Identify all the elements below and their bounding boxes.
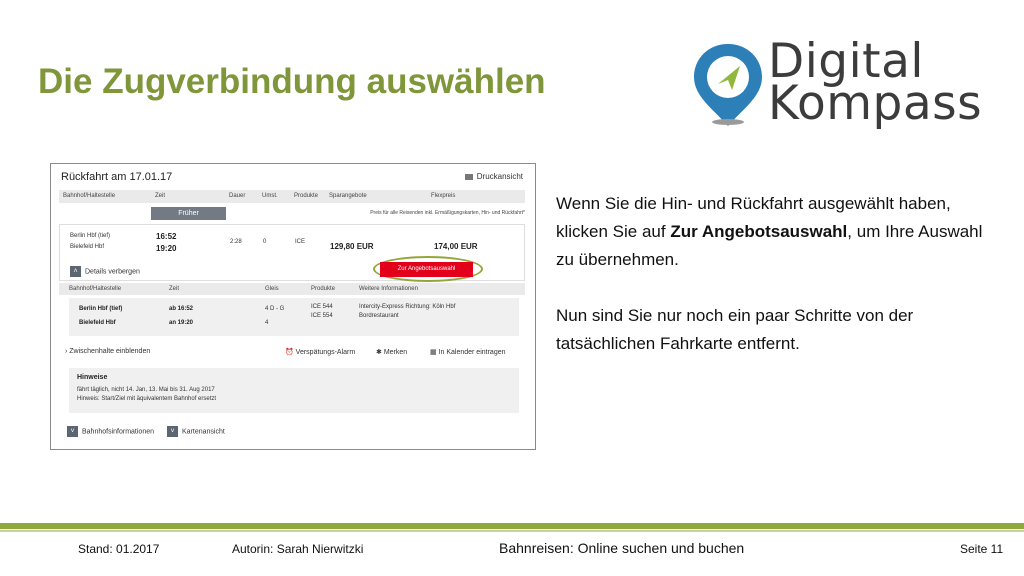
hide-details-toggle[interactable]: ˄ Details verbergen: [70, 266, 140, 277]
hide-details-label: Details verbergen: [85, 268, 140, 276]
footer-divider-light: [0, 530, 1024, 532]
detail-info-2: Bordrestaurant: [359, 313, 399, 319]
col-flex[interactable]: Flexpreis: [431, 193, 455, 199]
chevron-down-icon: ˅: [67, 426, 78, 437]
earlier-button[interactable]: Früher: [151, 207, 226, 220]
notes-title: Hinweise: [77, 374, 108, 381]
pin-icon: ✱: [376, 349, 384, 356]
col-changes[interactable]: Umst.: [262, 193, 278, 199]
bookmark-label: Merken: [383, 349, 408, 356]
col-saver[interactable]: Sparangebote: [329, 193, 367, 199]
calendar-label: In Kalender eintragen: [438, 349, 506, 356]
col-products[interactable]: Produkte: [294, 193, 318, 199]
footer-divider: [0, 523, 1024, 529]
detail-arr-time: an 19:20: [169, 320, 194, 326]
station-info-label: Bahnhofsinformationen: [82, 428, 154, 436]
map-pin-icon: [694, 44, 762, 126]
map-view-toggle[interactable]: ˅ Kartenansicht: [167, 426, 225, 437]
show-stops-link[interactable]: › Zwischenhalte einblenden: [65, 348, 150, 355]
saver-price[interactable]: 129,80 EUR: [330, 242, 374, 251]
print-view-link[interactable]: Druckansicht: [465, 172, 523, 181]
detail-product-1: ICE 544: [311, 304, 333, 310]
duration: 2:28: [230, 239, 242, 245]
col-time[interactable]: Zeit: [155, 193, 165, 199]
select-offer-button[interactable]: Zur Angebotsauswahl: [380, 262, 473, 277]
delay-alarm-link[interactable]: ⏰ Verspätungs-Alarm: [285, 348, 355, 356]
instruction-text: Wenn Sie die Hin- und Rückfahrt ausgewäh…: [556, 190, 996, 358]
map-view-label: Kartenansicht: [182, 428, 225, 436]
dcol-platform: Gleis: [265, 286, 279, 292]
flex-price[interactable]: 174,00 EUR: [434, 242, 478, 251]
paragraph-2: Nun sind Sie nur noch ein paar Schritte …: [556, 306, 914, 353]
booking-screenshot: Rückfahrt am 17.01.17 Druckansicht Bahnh…: [50, 163, 536, 450]
footer-topic: Bahnreisen: Online suchen und buchen: [499, 540, 745, 556]
detail-info-1: Intercity-Express Richtung: Köln Hbf: [359, 304, 456, 310]
detail-from-station: Berlin Hbf (tief): [79, 306, 123, 312]
detail-product-2: ICE 554: [311, 313, 333, 319]
connection-row[interactable]: Berlin Hbf (tief) Bielefeld Hbf 16:52 19…: [59, 224, 525, 282]
dcol-time: Zeit: [169, 286, 180, 292]
dcol-station: Bahnhof/Haltestelle: [69, 286, 122, 292]
notes-line-2: Hinweis: Start/Ziel mit äquivalentem Bah…: [77, 396, 217, 402]
show-stops-label: Zwischenhalte einblenden: [69, 348, 151, 355]
detail-column-headers: Bahnhof/Haltestelle Zeit Gleis Produkte …: [59, 283, 525, 295]
p1-bold: Zur Angebotsauswahl: [670, 222, 848, 241]
to-station: Bielefeld Hbf: [70, 244, 105, 250]
price-note: Preis für alle Reisenden inkl. Ermäßigun…: [370, 210, 525, 216]
col-duration[interactable]: Dauer: [229, 193, 245, 199]
paragraph-1: Wenn Sie die Hin- und Rückfahrt ausgewäh…: [556, 190, 996, 274]
delay-alarm-label: Verspätungs-Alarm: [295, 349, 356, 356]
col-station[interactable]: Bahnhof/Haltestelle: [63, 193, 115, 199]
detail-dep-time: ab 16:52: [169, 306, 194, 312]
detail-platform-1: 4 D - G: [265, 306, 285, 312]
alarm-clock-icon: ⏰: [285, 349, 296, 356]
journey-detail: Berlin Hbf (tief) ab 16:52 4 D - G ICE 5…: [69, 298, 519, 336]
bookmark-link[interactable]: ✱ Merken: [376, 348, 407, 356]
calendar-link[interactable]: ▦ In Kalender eintragen: [430, 348, 506, 356]
dcol-info: Weitere Informationen: [359, 286, 418, 292]
arrival-time: 19:20: [156, 244, 177, 253]
logo-word-kompass: Kompass: [768, 76, 983, 131]
station-info-toggle[interactable]: ˅ Bahnhofsinformationen: [67, 426, 154, 437]
calendar-icon: ▦: [430, 349, 439, 356]
digital-kompass-logo: Digital Kompass: [690, 38, 990, 130]
notes-line-1: fährt täglich, nicht 14. Jan, 13. Mai bi…: [77, 387, 215, 393]
results-column-headers: Bahnhof/Haltestelle Zeit Dauer Umst. Pro…: [59, 190, 525, 203]
footer-stand: Stand: 01.2017: [78, 542, 160, 556]
departure-time: 16:52: [156, 232, 177, 241]
footer-page-number: Seite 11: [960, 542, 1004, 556]
from-station: Berlin Hbf (tief): [70, 233, 111, 239]
chevron-up-icon: ˄: [70, 266, 81, 277]
notes-box: Hinweise fährt täglich, nicht 14. Jan, 1…: [69, 368, 519, 413]
detail-to-station: Bielefeld Hbf: [79, 320, 116, 326]
changes: 0: [263, 239, 267, 245]
dcol-products: Produkte: [311, 286, 336, 292]
slide-title: Die Zugverbindung auswählen: [38, 62, 546, 101]
footer-author: Autorin: Sarah Nierwitzki: [232, 542, 364, 556]
chevron-down-icon: ˅: [167, 426, 178, 437]
product: ICE: [295, 239, 306, 245]
return-trip-heading: Rückfahrt am 17.01.17: [61, 171, 173, 183]
detail-platform-2: 4: [265, 320, 269, 326]
